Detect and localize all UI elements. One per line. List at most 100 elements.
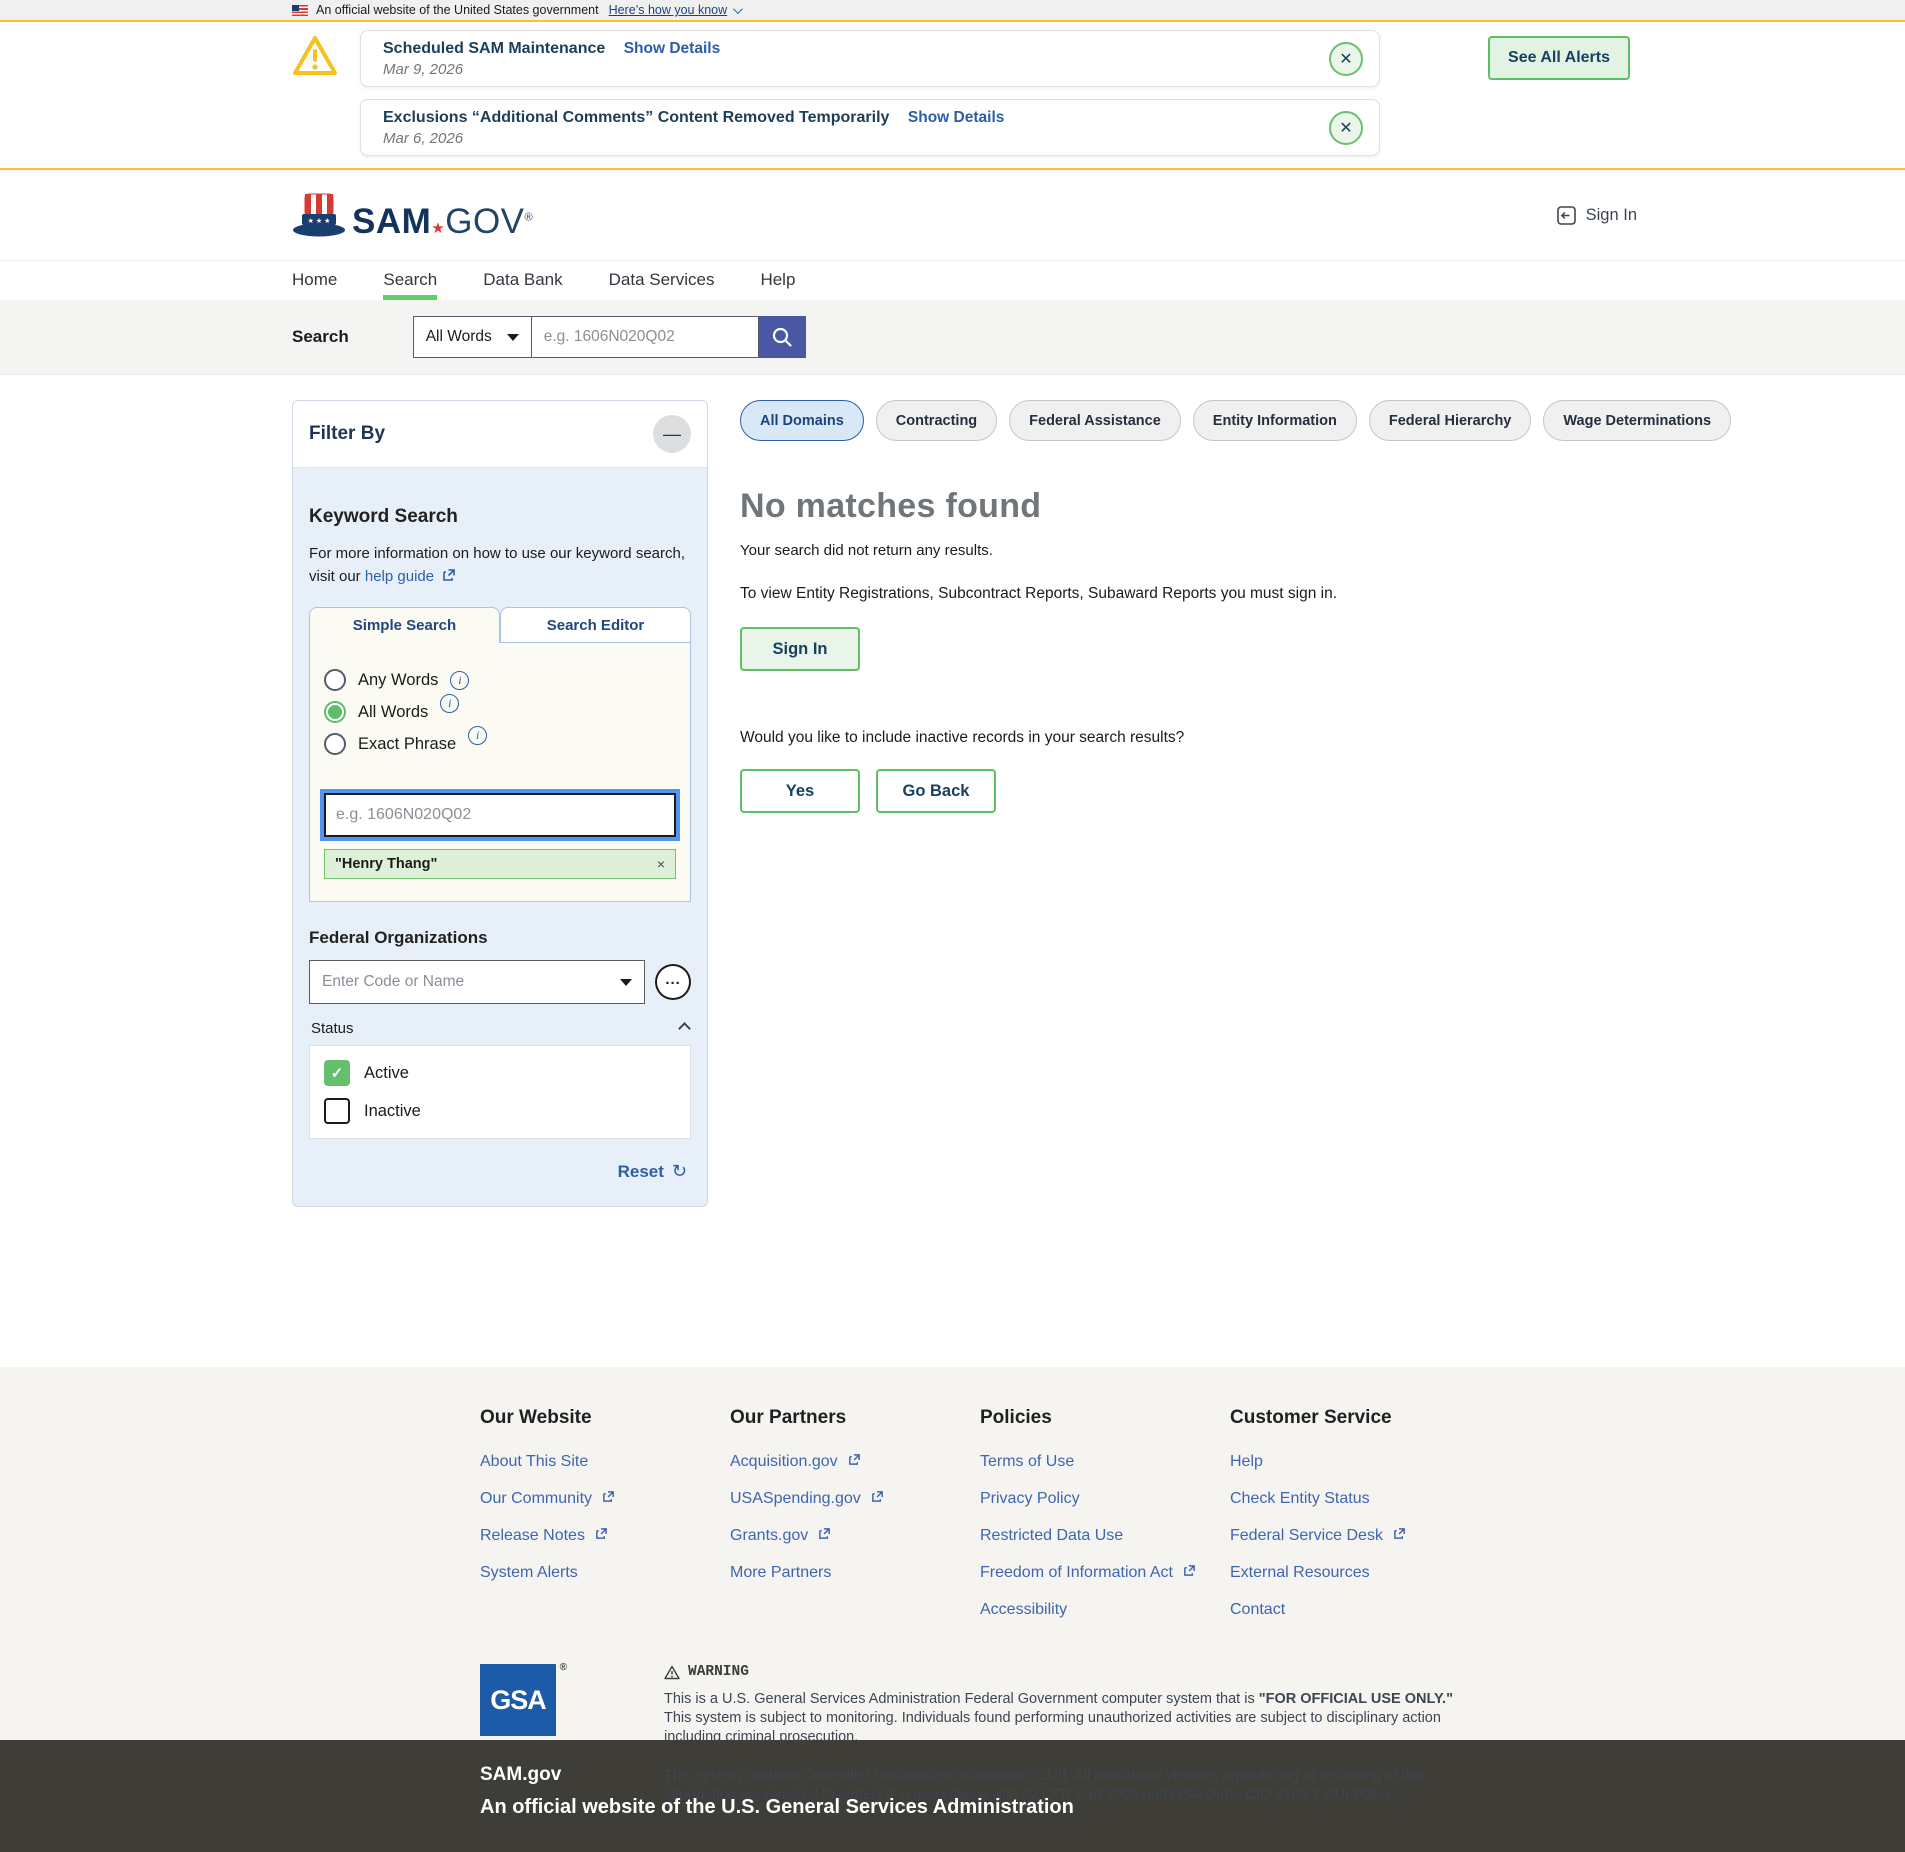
tab-search-editor[interactable]: Search Editor: [500, 607, 691, 643]
federal-organizations-input[interactable]: [310, 973, 620, 991]
gsa-logo: GSA®: [480, 1664, 556, 1736]
gov-banner-text: An official website of the United States…: [316, 3, 599, 17]
close-icon[interactable]: ✕: [1329, 42, 1363, 76]
nav-item-data-bank[interactable]: Data Bank: [483, 261, 562, 300]
footer-link[interactable]: Privacy Policy: [980, 1490, 1230, 1508]
reset-link[interactable]: Reset: [618, 1162, 664, 1182]
domain-pill-entity-information[interactable]: Entity Information: [1193, 400, 1357, 441]
alert-title: Exclusions “Additional Comments” Content…: [383, 109, 889, 126]
warning-icon: [664, 1665, 680, 1680]
sign-in-button[interactable]: Sign In: [740, 627, 860, 671]
footer-link[interactable]: Our Community: [480, 1490, 730, 1508]
filter-panel: Filter By — Keyword Search For more info…: [292, 400, 708, 1207]
search-icon: [771, 326, 793, 348]
nav-item-search[interactable]: Search: [383, 261, 437, 300]
include-inactive-question: Would you like to include inactive recor…: [740, 729, 1590, 747]
checkbox-inactive[interactable]: [324, 1098, 350, 1124]
footer-link[interactable]: About This Site: [480, 1453, 730, 1471]
keyword-chip-label: "Henry Thang": [335, 856, 437, 872]
search-type-value: All Words: [426, 328, 492, 346]
status-box: ✓ Active Inactive: [309, 1045, 691, 1139]
heres-how-link[interactable]: Here’s how you know: [609, 3, 728, 17]
checkbox-inactive-label: Inactive: [364, 1102, 421, 1121]
warning-heading: WARNING: [688, 1664, 749, 1680]
domain-pill-contracting[interactable]: Contracting: [876, 400, 997, 441]
federal-organizations-select[interactable]: [309, 960, 645, 1004]
status-label: Status: [311, 1020, 354, 1037]
radio-any-words[interactable]: [324, 669, 346, 691]
gov-banner: An official website of the United States…: [0, 0, 1905, 22]
simple-search-panel: Any Words i All Words i Exact Phrase i "…: [309, 643, 691, 902]
header-sign-in-link[interactable]: Sign In: [1556, 205, 1637, 226]
nav-item-data-services[interactable]: Data Services: [609, 261, 715, 300]
footer-link[interactable]: Federal Service Desk: [1230, 1527, 1480, 1545]
warning-paragraph-1: This is a U.S. General Services Administ…: [664, 1690, 1464, 1747]
keyword-search-input[interactable]: [324, 793, 676, 837]
show-details-link[interactable]: Show Details: [908, 109, 1004, 126]
footer-link[interactable]: System Alerts: [480, 1564, 730, 1582]
search-band: Search All Words: [0, 300, 1905, 375]
footer-link[interactable]: More Partners: [730, 1564, 980, 1582]
more-options-button[interactable]: ...: [655, 964, 691, 1000]
search-input[interactable]: [531, 316, 759, 358]
footer-link[interactable]: Grants.gov: [730, 1527, 980, 1545]
external-link-icon: [871, 1490, 884, 1508]
domain-pill-federal-assistance[interactable]: Federal Assistance: [1009, 400, 1181, 441]
footer-link[interactable]: Release Notes: [480, 1527, 730, 1545]
external-link-icon: [602, 1490, 615, 1508]
radio-exact-phrase[interactable]: [324, 733, 346, 755]
us-flag-icon: [292, 5, 308, 16]
alerts-section: Scheduled SAM Maintenance Show Details M…: [0, 22, 1905, 170]
reset-icon[interactable]: ↻: [672, 1161, 687, 1182]
no-results-text: Your search did not return any results.: [740, 542, 1590, 559]
content: Filter By — Keyword Search For more info…: [0, 375, 1905, 1367]
main-nav: Home Search Data Bank Data Services Help: [0, 260, 1905, 300]
site-header: ★ ★ ★ SAM★GOV® Sign In: [0, 170, 1905, 260]
nav-item-help[interactable]: Help: [760, 261, 795, 300]
logo-gov-text: GOV: [445, 202, 524, 241]
radio-all-words[interactable]: [324, 701, 346, 723]
sam-gov-logo[interactable]: ★ ★ ★ SAM★GOV®: [292, 192, 533, 239]
footer-link[interactable]: Terms of Use: [980, 1453, 1230, 1471]
info-icon[interactable]: i: [440, 694, 459, 713]
footer-link[interactable]: Accessibility: [980, 1601, 1230, 1619]
domain-pill-federal-hierarchy[interactable]: Federal Hierarchy: [1369, 400, 1532, 441]
see-all-alerts-button[interactable]: See All Alerts: [1488, 36, 1630, 80]
go-back-button[interactable]: Go Back: [876, 769, 996, 813]
results-area: All Domains Contracting Federal Assistan…: [740, 400, 1590, 813]
show-details-link[interactable]: Show Details: [624, 40, 720, 57]
info-icon[interactable]: i: [450, 671, 469, 690]
chip-remove-icon[interactable]: ×: [657, 856, 665, 872]
sign-in-enter-icon: [1556, 205, 1577, 226]
chevron-up-icon[interactable]: [678, 1022, 691, 1035]
footer-link[interactable]: Restricted Data Use: [980, 1527, 1230, 1545]
footer-link[interactable]: USASpending.gov: [730, 1490, 980, 1508]
external-link-icon: [848, 1453, 861, 1471]
footer-link[interactable]: Help: [1230, 1453, 1480, 1471]
footer-link[interactable]: Acquisition.gov: [730, 1453, 980, 1471]
nav-item-home[interactable]: Home: [292, 261, 337, 300]
footer-link[interactable]: Contact: [1230, 1601, 1480, 1619]
logo-sam-text: SAM: [352, 202, 431, 241]
help-guide-link[interactable]: help guide: [365, 568, 434, 585]
search-type-select[interactable]: All Words: [413, 316, 531, 358]
tab-simple-search[interactable]: Simple Search: [309, 607, 500, 643]
yes-button[interactable]: Yes: [740, 769, 860, 813]
logo-registered-mark: ®: [525, 211, 534, 223]
close-icon[interactable]: ✕: [1329, 111, 1363, 145]
search-submit-button[interactable]: [759, 316, 806, 358]
search-band-label: Search: [292, 327, 349, 347]
footer-link[interactable]: Check Entity Status: [1230, 1490, 1480, 1508]
footer-link[interactable]: External Resources: [1230, 1564, 1480, 1582]
warning-triangle-icon: [292, 34, 338, 156]
logo-star: ★: [431, 220, 445, 237]
domain-pill-all-domains[interactable]: All Domains: [740, 400, 864, 441]
checkbox-active[interactable]: ✓: [324, 1060, 350, 1086]
info-icon[interactable]: i: [468, 726, 487, 745]
collapse-filters-button[interactable]: —: [653, 415, 691, 453]
alert-date: Mar 9, 2026: [383, 61, 1361, 78]
federal-organizations-heading: Federal Organizations: [309, 928, 691, 948]
chevron-down-icon[interactable]: [733, 4, 743, 14]
footer-link[interactable]: Freedom of Information Act: [980, 1564, 1230, 1582]
domain-pill-wage-determinations[interactable]: Wage Determinations: [1543, 400, 1731, 441]
